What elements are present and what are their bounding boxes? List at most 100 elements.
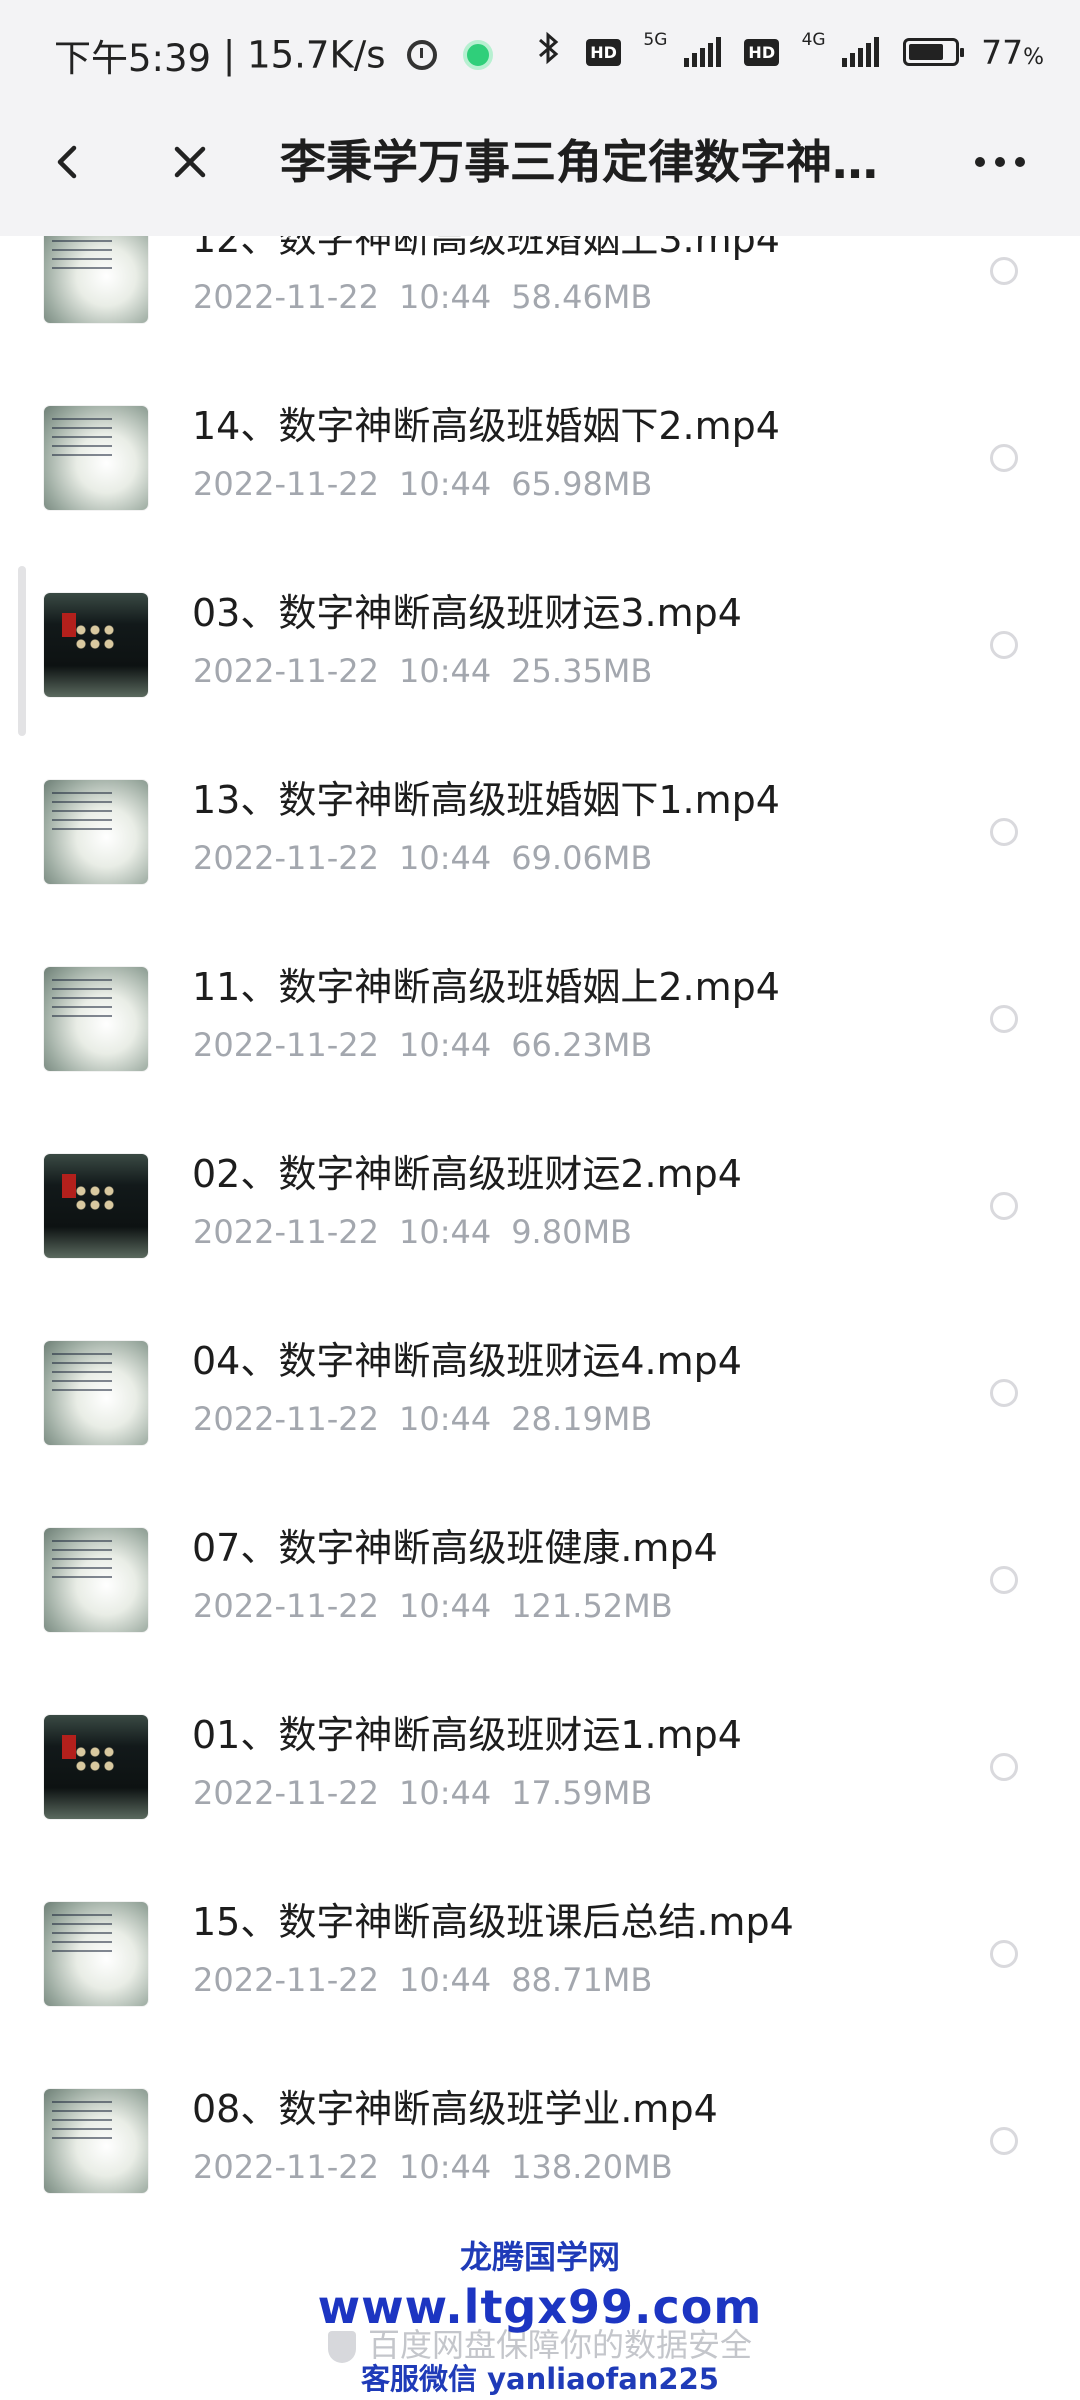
file-row[interactable]: 12、数字神断高级班婚姻上3.mp4 2022-11-22 10:44 58.46MB	[0, 236, 1080, 352]
file-time: 10:44	[398, 1026, 492, 1064]
file-row[interactable]: 11、数字神断高级班婚姻上2.mp4 2022-11-22 10:44 66.23MB	[0, 913, 1080, 1100]
file-name: 15、数字神断高级班课后总结.mp4	[192, 1900, 794, 1944]
video-thumbnail	[44, 2089, 148, 2193]
footer: 百度网盘保障你的数据安全 龙腾国学网 www.ltgx99.com 客服微信 y…	[0, 2200, 1080, 2400]
signal-icon	[683, 37, 722, 67]
file-meta: 2022-11-22 10:44 69.06MB	[193, 836, 652, 880]
file-row[interactable]: 01、数字神断高级班财运1.mp4 2022-11-22 10:44 17.59MB	[0, 1661, 1080, 1848]
file-date: 2022-11-22	[193, 1400, 379, 1438]
file-row[interactable]: 13、数字神断高级班婚姻下1.mp4 2022-11-22 10:44 69.06MB	[0, 726, 1080, 913]
scroll-indicator[interactable]	[18, 566, 26, 736]
network-type-4g: 4G	[801, 30, 826, 50]
file-list[interactable]: 12、数字神断高级班婚姻上3.mp4 2022-11-22 10:44 58.46MB…	[0, 236, 1080, 2196]
status-right: HD 5G HD 4G 77%	[522, 30, 1044, 74]
file-date: 2022-11-22	[193, 1587, 379, 1625]
file-meta: 2022-11-22 10:44 88.71MB	[193, 1958, 652, 2002]
select-radio[interactable]	[990, 818, 1018, 846]
status-bar: 下午5:39 | 15.7K/s HD 5G HD 4G 77%	[0, 0, 1080, 88]
file-time: 10:44	[398, 278, 492, 316]
file-time: 10:44	[398, 1587, 492, 1625]
file-time: 10:44	[398, 1961, 492, 1999]
status-time: 下午5:39	[54, 37, 212, 80]
select-radio[interactable]	[990, 1753, 1018, 1781]
file-name: 13、数字神断高级班婚姻下1.mp4	[192, 778, 780, 822]
video-thumbnail	[44, 1715, 148, 1819]
status-net-speed: 15.7K/s	[247, 33, 386, 77]
select-radio[interactable]	[990, 1566, 1018, 1594]
file-time: 10:44	[398, 1400, 492, 1438]
file-time: 10:44	[398, 839, 492, 877]
file-row[interactable]: 04、数字神断高级班财运4.mp4 2022-11-22 10:44 28.19MB	[0, 1287, 1080, 1474]
video-thumbnail	[44, 1154, 148, 1258]
select-radio[interactable]	[990, 1379, 1018, 1407]
page-title: 李秉学万事三角定律数字神断...	[280, 135, 900, 189]
select-radio[interactable]	[990, 1940, 1018, 1968]
file-row[interactable]: 03、数字神断高级班财运3.mp4 2022-11-22 10:44 25.35MB	[0, 539, 1080, 726]
file-size: 65.98MB	[511, 465, 653, 503]
file-meta: 2022-11-22 10:44 9.80MB	[193, 1210, 632, 1254]
file-date: 2022-11-22	[193, 839, 379, 877]
file-size: 28.19MB	[511, 1400, 653, 1438]
title-bar: 李秉学万事三角定律数字神断...	[0, 88, 1080, 236]
file-date: 2022-11-22	[193, 465, 379, 503]
battery-percent-value: 77	[981, 32, 1024, 72]
status-separator: |	[222, 33, 236, 77]
alarm-icon	[407, 40, 438, 70]
file-date: 2022-11-22	[193, 1774, 379, 1812]
file-row[interactable]: 08、数字神断高级班学业.mp4 2022-11-22 10:44 138.20MB	[0, 2035, 1080, 2196]
select-radio[interactable]	[990, 444, 1018, 472]
file-row[interactable]: 14、数字神断高级班婚姻下2.mp4 2022-11-22 10:44 65.98MB	[0, 352, 1080, 539]
file-meta: 2022-11-22 10:44 138.20MB	[193, 2145, 673, 2189]
watermark-url: www.ltgx99.com	[317, 2280, 763, 2334]
select-radio[interactable]	[990, 631, 1018, 659]
file-time: 10:44	[398, 1774, 492, 1812]
file-date: 2022-11-22	[193, 1961, 379, 1999]
hd-icon: HD	[586, 38, 621, 66]
network-type-5g: 5G	[643, 30, 668, 50]
file-size: 66.23MB	[511, 1026, 653, 1064]
file-name: 02、数字神断高级班财运2.mp4	[192, 1152, 742, 1196]
file-date: 2022-11-22	[193, 1213, 379, 1251]
file-name: 04、数字神断高级班财运4.mp4	[192, 1339, 742, 1383]
file-row[interactable]: 02、数字神断高级班财运2.mp4 2022-11-22 10:44 9.80MB	[0, 1100, 1080, 1287]
video-thumbnail	[44, 406, 148, 510]
more-options-icon[interactable]	[960, 142, 1040, 182]
file-list-content: 12、数字神断高级班婚姻上3.mp4 2022-11-22 10:44 58.46MB…	[0, 236, 1080, 2196]
app-indicator-icon	[463, 40, 494, 70]
file-meta: 2022-11-22 10:44 25.35MB	[193, 649, 652, 693]
video-thumbnail	[44, 967, 148, 1071]
file-time: 10:44	[398, 652, 492, 690]
video-thumbnail	[44, 1341, 148, 1445]
hd-icon-2: HD	[744, 38, 780, 66]
file-date: 2022-11-22	[193, 278, 379, 316]
file-time: 10:44	[398, 2148, 492, 2186]
file-row[interactable]: 07、数字神断高级班健康.mp4 2022-11-22 10:44 121.52MB	[0, 1474, 1080, 1661]
file-meta: 2022-11-22 10:44 28.19MB	[193, 1397, 652, 1441]
file-date: 2022-11-22	[193, 1026, 379, 1064]
file-date: 2022-11-22	[193, 652, 379, 690]
battery-icon	[902, 38, 964, 66]
video-thumbnail	[44, 1528, 148, 1632]
video-thumbnail	[44, 1902, 148, 2006]
file-name: 07、数字神断高级班健康.mp4	[192, 1526, 718, 1570]
video-thumbnail	[44, 236, 148, 323]
file-size: 88.71MB	[511, 1961, 653, 1999]
file-name: 08、数字神断高级班学业.mp4	[192, 2087, 718, 2131]
file-row[interactable]: 15、数字神断高级班课后总结.mp4 2022-11-22 10:44 88.71MB	[0, 1848, 1080, 2035]
file-time: 10:44	[398, 465, 492, 503]
file-size: 25.35MB	[511, 652, 653, 690]
select-radio[interactable]	[990, 257, 1018, 285]
file-meta: 2022-11-22 10:44 17.59MB	[193, 1771, 652, 1815]
back-icon[interactable]	[40, 132, 100, 192]
bluetooth-icon	[534, 30, 564, 74]
close-icon[interactable]	[160, 132, 220, 192]
signal-icon-2	[842, 37, 880, 67]
select-radio[interactable]	[990, 1005, 1018, 1033]
file-time: 10:44	[398, 1213, 492, 1251]
watermark-site-name: 龙腾国学网	[459, 2238, 620, 2276]
file-meta: 2022-11-22 10:44 121.52MB	[193, 1584, 673, 1628]
file-name: 01、数字神断高级班财运1.mp4	[192, 1713, 742, 1757]
select-radio[interactable]	[990, 1192, 1018, 1220]
select-radio[interactable]	[990, 2127, 1018, 2155]
battery-percent-unit: %	[1023, 44, 1044, 70]
